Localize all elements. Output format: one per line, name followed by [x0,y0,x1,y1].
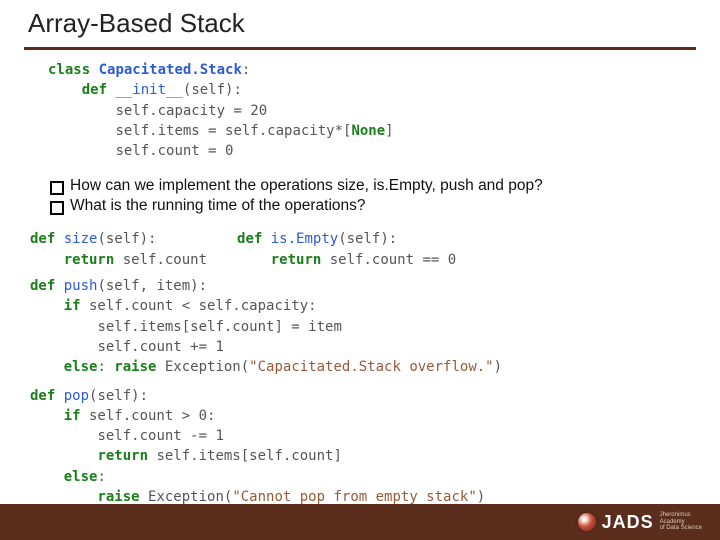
code-isempty: def is.Empty(self): return self.count ==… [237,229,456,270]
class-name: Capacitated.Stack [99,62,242,78]
list-item: What is the running time of the operatio… [50,197,720,215]
code-class-init: class Capacitated.Stack: def __init__(se… [0,60,720,161]
code-line: self.items = self.capacity*[ [115,123,351,139]
logo-text: JADS [602,512,654,533]
code-line: self.capacity = 20 [115,103,267,119]
code-pop: def pop(self): if self.count > 0: self.c… [0,386,720,508]
kw-class: class [48,62,90,78]
page-title: Array-Based Stack [0,0,720,43]
bullet-list: How can we implement the operations size… [0,169,720,225]
code-line: self.count = 0 [115,143,233,159]
jads-logo: JADS Jheronimus Academy of Data Science [578,512,702,533]
code-row-small: def size(self): return self.count def is… [0,229,720,270]
code-push: def push(self, item): if self.count < se… [0,276,720,377]
title-divider [24,47,696,50]
logo-subtext: Jheronimus Academy of Data Science [660,512,702,532]
list-item: How can we implement the operations size… [50,177,720,195]
logo-icon [578,513,596,531]
fn-init: __init__ [115,82,182,98]
kw-def: def [82,82,107,98]
footer-bar: JADS Jheronimus Academy of Data Science [0,504,720,540]
slide: Array-Based Stack class Capacitated.Stac… [0,0,720,540]
code-size: def size(self): return self.count [30,229,207,270]
